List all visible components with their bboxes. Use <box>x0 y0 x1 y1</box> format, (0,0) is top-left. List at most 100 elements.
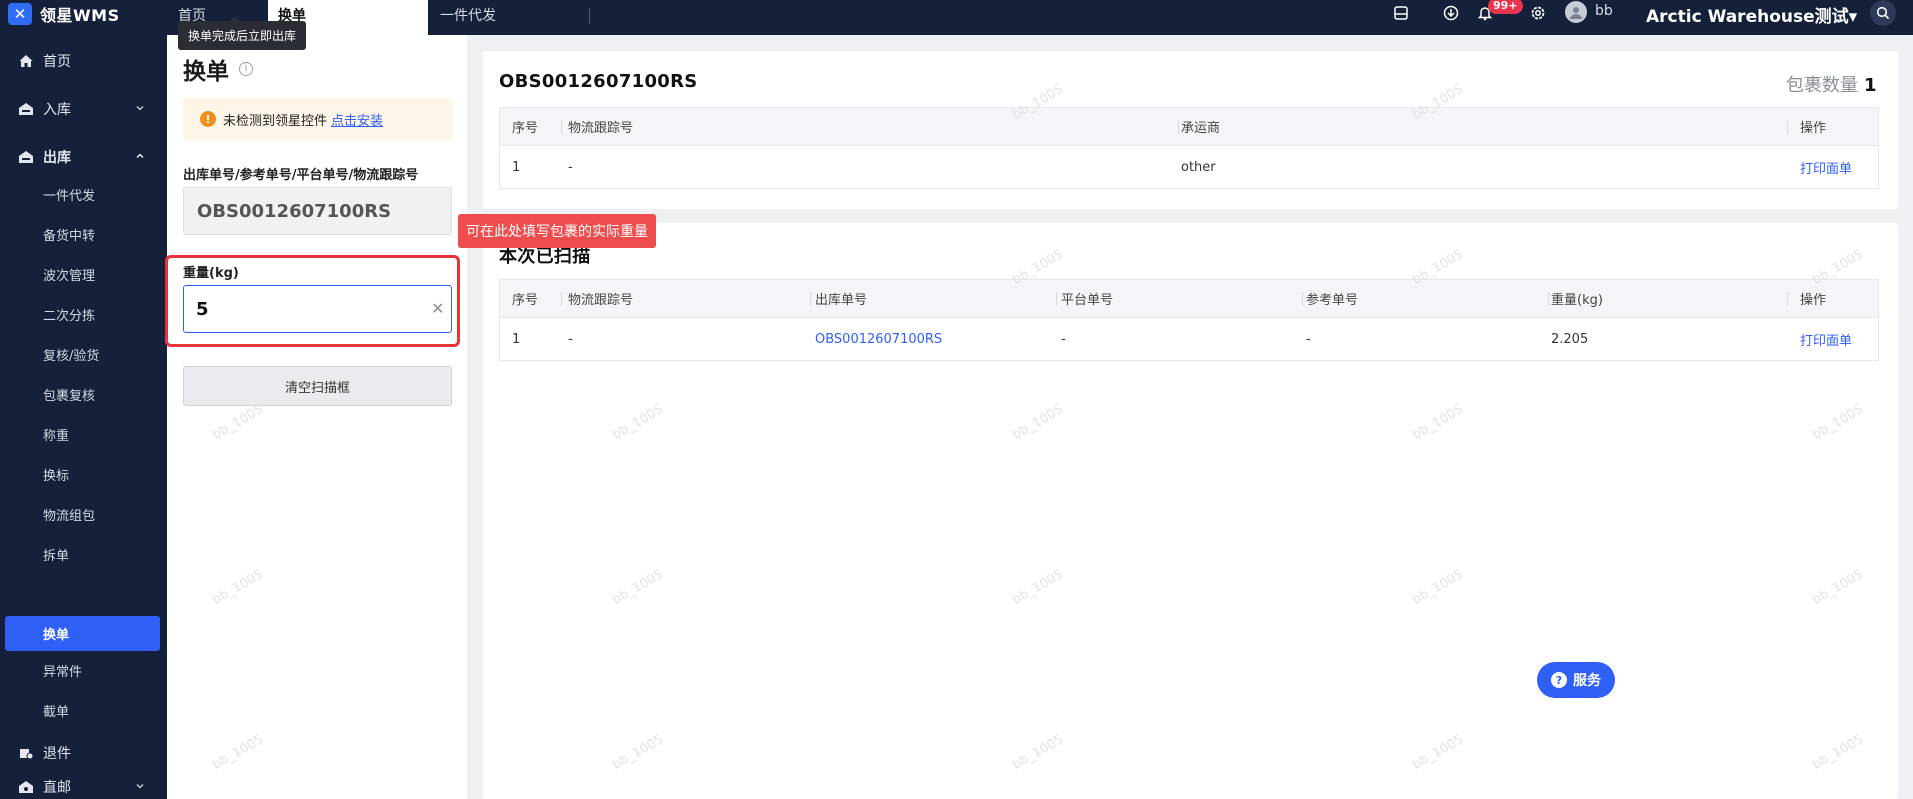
weight-input[interactable] <box>183 285 452 333</box>
package-count-label: 包裹数量 <box>1786 75 1858 96</box>
sidebar-item-dropship[interactable]: 一件代发 <box>43 183 95 211</box>
plugin-alert: ! 未检测到领星控件 点击安装 <box>183 98 453 140</box>
column-divider <box>561 292 562 306</box>
package-count-value: 1 <box>1864 75 1877 96</box>
column-divider <box>1178 120 1179 134</box>
info-icon[interactable]: i <box>239 62 253 76</box>
sidebar-item-check[interactable]: 复核/验货 <box>43 343 99 371</box>
sidebar-inbound-label: 入库 <box>43 102 71 118</box>
column-header: 序号 <box>512 121 539 136</box>
clear-input-icon[interactable]: ✕ <box>431 299 444 318</box>
sidebar: 首页 入库 出库 一件代发 备货中转 波次管理 二次分拣 复核/验货 包裹复核 … <box>0 35 167 799</box>
column-divider <box>1787 292 1788 306</box>
tab-tooltip: 换单完成后立即出库 <box>178 16 307 50</box>
sidebar-item-home[interactable]: 首页 <box>0 45 167 77</box>
column-header: 序号 <box>512 293 539 308</box>
sidebar-exchange-order-label: 换单 <box>43 628 70 643</box>
sidebar-item-stock-transfer[interactable]: 备货中转 <box>43 223 95 251</box>
column-divider <box>1548 292 1549 306</box>
sidebar-item-exception[interactable]: 异常件 <box>43 659 82 687</box>
column-header: 承运商 <box>1181 121 1221 136</box>
download-icon[interactable] <box>1440 2 1462 24</box>
returns-icon <box>17 744 35 762</box>
global-search-button[interactable] <box>1870 0 1896 26</box>
help-icon: ? <box>1551 672 1567 688</box>
weight-hint-callout: 可在此处填写包裹的实际重量 <box>458 214 656 248</box>
sidebar-item-weigh[interactable]: 称重 <box>43 423 69 451</box>
sidebar-home-label: 首页 <box>43 54 71 70</box>
column-header: 平台单号 <box>1061 293 1114 308</box>
column-divider <box>810 292 811 306</box>
order-number-label: 出库单号/参考单号/平台单号/物流跟踪号 <box>183 168 419 183</box>
service-button-label: 服务 <box>1573 673 1601 689</box>
cell-ref-no: - <box>1306 331 1311 347</box>
column-header: 操作 <box>1800 293 1827 308</box>
package-card-title: OBS0012607100RS <box>499 71 698 92</box>
table-header: 序号 物流跟踪号 承运商 操作 <box>500 108 1878 146</box>
clear-scan-button[interactable]: 清空扫描框 <box>183 366 452 406</box>
package-table: 序号 物流跟踪号 承运商 操作 1 - other 打印面单 <box>499 107 1879 189</box>
tab-dropship[interactable]: 一件代发 <box>440 0 580 35</box>
sidebar-item-wave[interactable]: 波次管理 <box>43 263 95 291</box>
sidebar-returns-label: 退件 <box>43 746 71 762</box>
direct-mail-icon <box>17 778 35 796</box>
table-row: 1 - OBS0012607100RS - - 2.205 打印面单 <box>500 318 1878 360</box>
settings-gear-icon[interactable] <box>1527 2 1549 24</box>
sidebar-item-intercept[interactable]: 截单 <box>43 699 69 727</box>
sidebar-item-direct-mail[interactable]: 直邮 <box>0 771 167 799</box>
column-divider <box>1302 292 1303 306</box>
print-label-link[interactable]: 打印面单 <box>1800 318 1852 360</box>
page-title: 换单 <box>183 59 229 85</box>
notification-badge: 99+ <box>1488 0 1523 14</box>
table-header: 序号 物流跟踪号 出库单号 平台单号 参考单号 重量(kg) 操作 <box>500 280 1878 318</box>
sidebar-item-logistics-pack[interactable]: 物流组包 <box>43 503 95 531</box>
warning-icon: ! <box>200 111 216 127</box>
column-header: 出库单号 <box>815 293 868 308</box>
chevron-down-icon <box>134 102 148 116</box>
package-count: 包裹数量 1 <box>1786 71 1877 97</box>
user-name[interactable]: bb <box>1595 3 1613 19</box>
tab-dropship-label: 一件代发 <box>440 8 496 24</box>
logo-text: 领星WMS <box>40 6 120 25</box>
order-number-input[interactable] <box>183 187 452 235</box>
cell-weight: 2.205 <box>1551 331 1589 347</box>
column-header: 物流跟踪号 <box>568 121 634 136</box>
table-row: 1 - other 打印面单 <box>500 146 1878 188</box>
cell-tracking: - <box>568 159 573 175</box>
sidebar-item-returns[interactable]: 退件 <box>0 737 167 769</box>
column-divider <box>1787 120 1788 134</box>
warehouse-selector[interactable]: Arctic Warehouse测试▾ <box>1646 2 1857 27</box>
search-icon <box>1876 6 1890 20</box>
column-divider <box>561 120 562 134</box>
column-header: 操作 <box>1800 121 1827 136</box>
chevron-up-icon <box>134 150 148 164</box>
print-label-link[interactable]: 打印面单 <box>1800 146 1852 188</box>
service-button[interactable]: ? 服务 <box>1537 662 1615 698</box>
sidebar-item-package-check[interactable]: 包裹复核 <box>43 383 95 411</box>
avatar[interactable] <box>1565 1 1587 23</box>
alert-text: 未检测到领星控件 <box>223 113 328 129</box>
sidebar-item-split[interactable]: 拆单 <box>43 543 69 571</box>
sidebar-item-secondary-sort[interactable]: 二次分拣 <box>43 303 95 331</box>
column-header: 重量(kg) <box>1551 293 1603 308</box>
app-logo[interactable]: ✕ 领星WMS <box>8 0 120 28</box>
outbound-order-link[interactable]: OBS0012607100RS <box>815 318 942 360</box>
logo-icon: ✕ <box>8 3 32 25</box>
inbound-icon <box>17 100 35 118</box>
sidebar-item-outbound[interactable]: 出库 <box>0 141 167 173</box>
column-divider <box>1056 292 1057 306</box>
cell-index: 1 <box>512 331 521 347</box>
sidebar-item-inbound[interactable]: 入库 <box>0 93 167 125</box>
tab-divider <box>589 8 590 24</box>
chevron-down-icon <box>134 780 148 794</box>
cell-index: 1 <box>512 159 521 175</box>
sidebar-item-exchange-order[interactable] <box>5 616 160 651</box>
sidebar-item-relabel[interactable]: 换标 <box>43 463 69 491</box>
cell-tracking: - <box>568 331 573 347</box>
cell-platform-no: - <box>1061 331 1066 347</box>
warehouse-box-icon[interactable] <box>1390 2 1412 24</box>
install-link[interactable]: 点击安装 <box>331 110 383 129</box>
weight-label: 重量(kg) <box>183 266 239 281</box>
sidebar-direct-mail-label: 直邮 <box>43 780 71 796</box>
column-header: 物流跟踪号 <box>568 293 634 308</box>
